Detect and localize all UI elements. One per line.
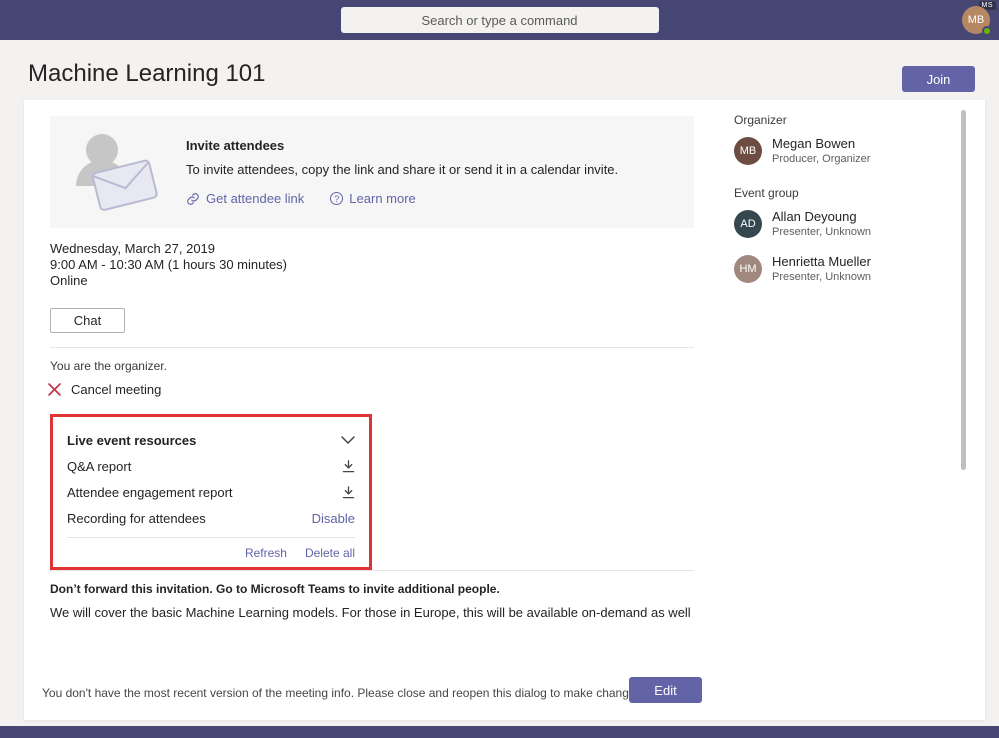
presence-available-icon (982, 26, 992, 36)
edit-button[interactable]: Edit (629, 677, 702, 703)
organizer-person[interactable]: MB Megan Bowen Producer, Organizer (734, 136, 870, 165)
resources-actions: Refresh Delete all (67, 537, 355, 560)
page-title: Machine Learning 101 (28, 60, 266, 88)
get-attendee-link-label: Get attendee link (206, 191, 304, 206)
meeting-details-panel: Invite attendees To invite attendees, co… (24, 100, 985, 720)
learn-more-label: Learn more (349, 191, 415, 206)
forward-note: Don’t forward this invitation. Go to Mic… (50, 582, 500, 596)
join-button[interactable]: Join (902, 66, 975, 92)
person-role: Presenter, Unknown (772, 271, 871, 283)
organizer-note: You are the organizer. (50, 359, 167, 373)
chat-button[interactable]: Chat (50, 308, 125, 333)
vertical-scrollbar[interactable] (961, 110, 966, 470)
learn-more-link[interactable]: Learn more (330, 191, 415, 206)
user-avatar-initials: MB (968, 14, 985, 26)
invite-text-block: Invite attendees To invite attendees, co… (186, 138, 618, 206)
recording-label: Recording for attendees (67, 511, 206, 526)
invite-title: Invite attendees (186, 138, 618, 153)
meeting-location: Online (50, 273, 287, 289)
avatar: AD (734, 210, 762, 238)
get-attendee-link[interactable]: Get attendee link (186, 191, 304, 206)
invite-description: To invite attendees, copy the link and s… (186, 162, 618, 177)
resource-row-qa-report: Q&A report (67, 453, 355, 479)
person-role: Producer, Organizer (772, 153, 870, 165)
person-name: Allan Deyoung (772, 209, 871, 224)
chevron-down-icon[interactable] (341, 436, 355, 445)
link-icon (186, 192, 200, 206)
teams-window: MS MB Machine Learning 101 Join Invite a… (0, 0, 999, 738)
invite-illustration (64, 124, 174, 220)
app-header: MS MB (0, 0, 999, 40)
avatar: HM (734, 255, 762, 283)
bottom-accent-bar (0, 726, 999, 738)
organizer-section-label: Organizer (734, 113, 787, 127)
search-input[interactable] (341, 7, 659, 33)
download-icon[interactable] (342, 460, 355, 473)
invite-attendees-panel: Invite attendees To invite attendees, co… (50, 116, 694, 228)
qa-report-label: Q&A report (67, 459, 131, 474)
cancel-meeting-button[interactable]: Cancel meeting (48, 382, 161, 397)
person-name: Henrietta Mueller (772, 254, 871, 269)
meeting-time: 9:00 AM - 10:30 AM (1 hours 30 minutes) (50, 257, 287, 273)
meeting-datetime: Wednesday, March 27, 2019 9:00 AM - 10:3… (50, 241, 287, 289)
invite-links: Get attendee link Learn more (186, 191, 618, 206)
divider (50, 347, 694, 348)
meeting-date: Wednesday, March 27, 2019 (50, 241, 287, 257)
disable-recording-link[interactable]: Disable (312, 511, 355, 526)
live-event-resources-section: Live event resources Q&A report Attendee… (50, 414, 372, 570)
event-group-person[interactable]: HM Henrietta Mueller Presenter, Unknown (734, 254, 871, 283)
divider (50, 570, 694, 571)
resources-header: Live event resources (67, 427, 355, 453)
person-role: Presenter, Unknown (772, 226, 871, 238)
user-avatar[interactable]: MB (962, 6, 990, 34)
resources-title: Live event resources (67, 433, 196, 448)
person-name: Megan Bowen (772, 136, 870, 151)
event-group-person[interactable]: AD Allan Deyoung Presenter, Unknown (734, 209, 871, 238)
avatar: MB (734, 137, 762, 165)
cancel-meeting-label: Cancel meeting (71, 382, 161, 397)
attendee-engagement-label: Attendee engagement report (67, 485, 233, 500)
resource-row-attendee-engagement: Attendee engagement report (67, 479, 355, 505)
refresh-link[interactable]: Refresh (245, 546, 287, 560)
download-icon[interactable] (342, 486, 355, 499)
version-warning: You don't have the most recent version o… (42, 686, 645, 700)
event-group-section-label: Event group (734, 186, 799, 200)
cancel-x-icon (48, 383, 61, 396)
delete-all-link[interactable]: Delete all (305, 546, 355, 560)
help-circle-icon (330, 192, 343, 205)
resource-row-recording: Recording for attendees Disable (67, 505, 355, 531)
meeting-description: We will cover the basic Machine Learning… (50, 605, 691, 620)
